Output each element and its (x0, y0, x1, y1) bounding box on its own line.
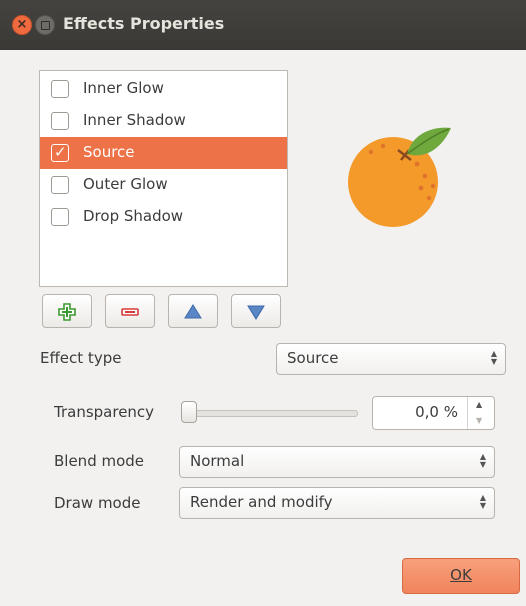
transparency-slider-handle[interactable] (181, 401, 197, 423)
list-item-label: Inner Shadow (83, 111, 186, 129)
move-down-button[interactable] (231, 294, 281, 328)
spin-down-icon[interactable]: ▼ (476, 416, 482, 425)
updown-arrows-icon: ▲ ▼ (479, 452, 486, 469)
checkbox[interactable] (51, 208, 69, 226)
draw-mode-dropdown[interactable]: Render and modify ▲ ▼ (179, 487, 495, 519)
close-icon[interactable]: × (12, 15, 32, 35)
checkbox[interactable]: ✓ (51, 143, 69, 162)
effect-type-value: Source (287, 349, 339, 367)
transparency-slider[interactable] (186, 410, 358, 417)
effects-list[interactable]: Inner Glow Inner Shadow ✓ Source Outer G… (39, 70, 288, 287)
ok-button-label: OK (450, 566, 472, 584)
add-effect-button[interactable] (42, 294, 92, 328)
transparency-spinbox[interactable]: 0,0 % ▲ ▼ (372, 396, 495, 430)
checkmark-icon: ✓ (54, 143, 67, 161)
list-item-label: Outer Glow (83, 175, 168, 193)
spin-up-icon[interactable]: ▲ (476, 400, 482, 409)
blend-mode-dropdown[interactable]: Normal ▲ ▼ (179, 446, 495, 478)
plus-icon (58, 303, 76, 321)
draw-mode-label: Draw mode (54, 494, 141, 512)
blend-mode-value: Normal (190, 452, 245, 470)
checkbox[interactable] (51, 112, 69, 130)
effect-preview-orange-icon (348, 127, 451, 227)
transparency-label: Transparency (54, 403, 155, 421)
draw-mode-value: Render and modify (190, 493, 333, 511)
remove-effect-button[interactable] (105, 294, 155, 328)
spin-buttons[interactable]: ▲ ▼ (467, 397, 494, 429)
checkbox[interactable] (51, 80, 69, 98)
effect-type-label: Effect type (40, 349, 122, 367)
list-item-label: Drop Shadow (83, 207, 184, 225)
list-item-outer-glow[interactable]: Outer Glow (40, 169, 287, 201)
list-item-label: Source (83, 143, 135, 161)
ok-button[interactable]: OK (402, 558, 520, 594)
effect-type-dropdown[interactable]: Source ▲ ▼ (276, 343, 506, 375)
transparency-value: 0,0 % (415, 403, 458, 421)
list-item-drop-shadow[interactable]: Drop Shadow (40, 201, 287, 233)
list-item-source[interactable]: ✓ Source (40, 137, 287, 169)
blend-mode-label: Blend mode (54, 452, 145, 470)
arrow-down-icon (247, 305, 265, 320)
move-up-button[interactable] (168, 294, 218, 328)
minimize-icon[interactable] (35, 15, 55, 35)
arrow-up-icon (184, 304, 202, 319)
updown-arrows-icon: ▲ ▼ (490, 349, 497, 366)
list-item-inner-glow[interactable]: Inner Glow (40, 73, 287, 105)
window-title: Effects Properties (63, 14, 225, 33)
list-item-inner-shadow[interactable]: Inner Shadow (40, 105, 287, 137)
minus-icon (121, 308, 139, 316)
checkbox[interactable] (51, 176, 69, 194)
list-item-label: Inner Glow (83, 79, 164, 97)
updown-arrows-icon: ▲ ▼ (479, 493, 486, 510)
title-bar: × Effects Properties (0, 0, 526, 50)
